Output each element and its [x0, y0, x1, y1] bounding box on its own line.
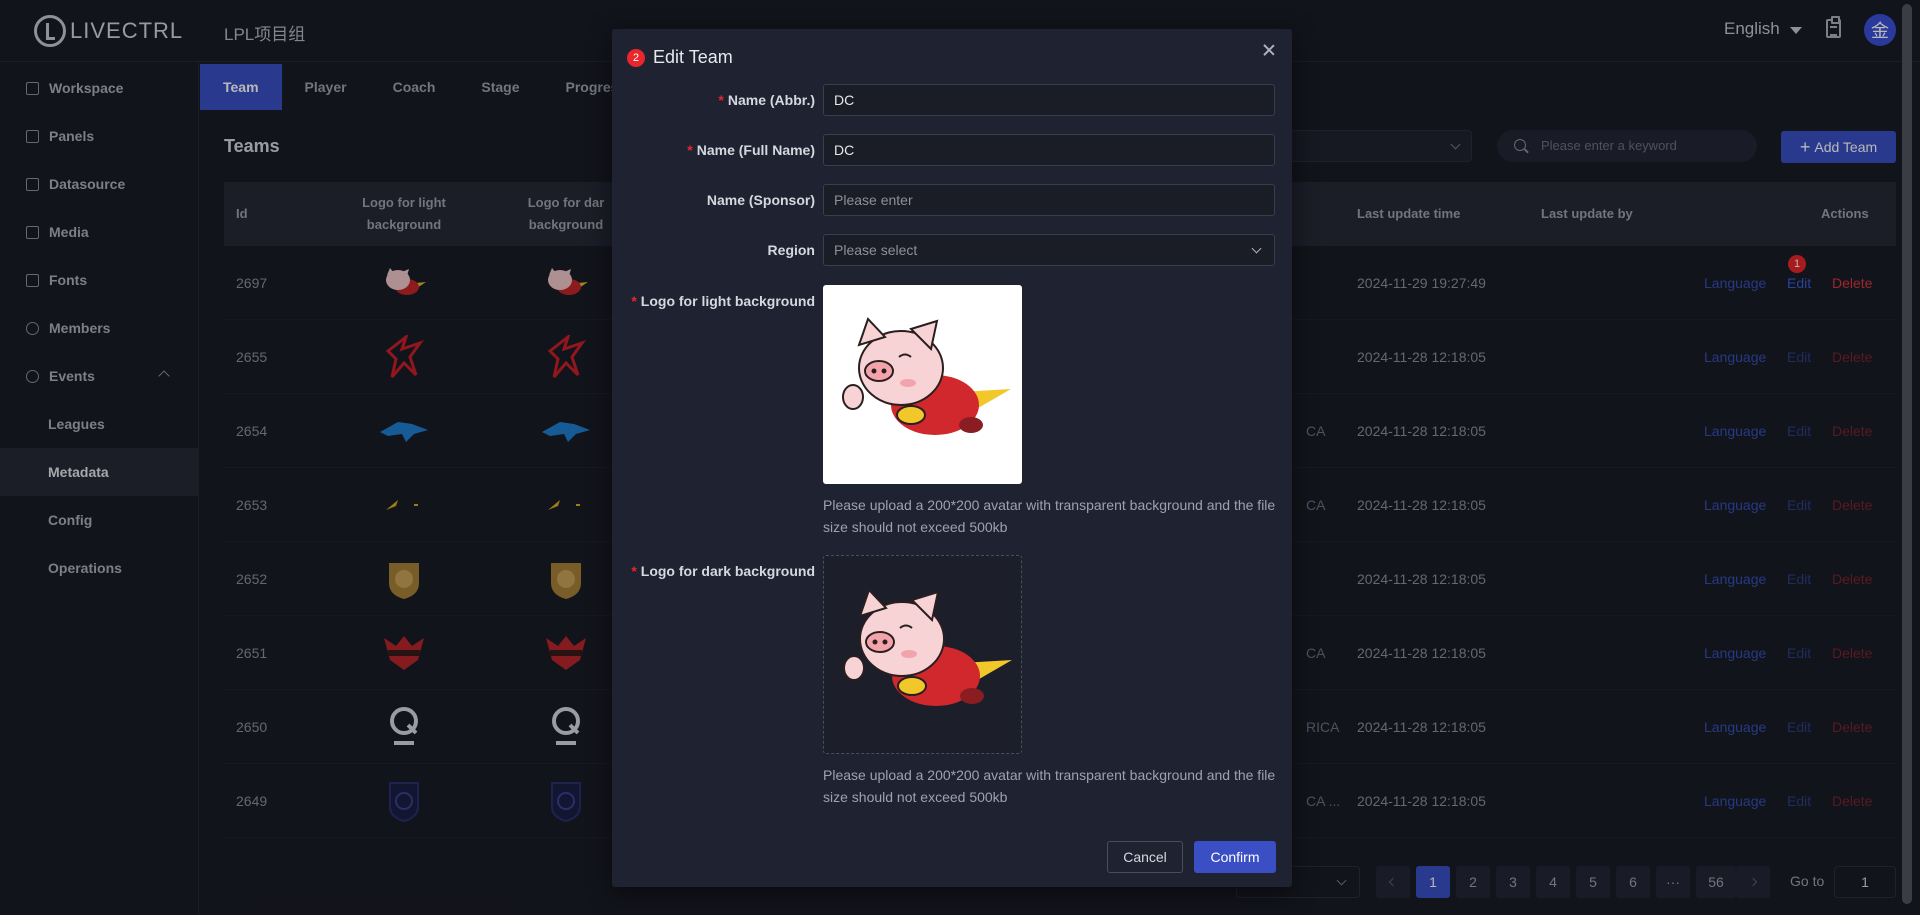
name-abbr-input[interactable]: DC: [823, 84, 1275, 116]
region-placeholder: Please select: [834, 242, 918, 258]
logo-dark-hint: Please upload a 200*200 avatar with tran…: [823, 767, 1276, 805]
dialog-title-text: Edit Team: [653, 47, 733, 67]
pig-mascot-image: [842, 317, 1011, 435]
name-sponsor-input[interactable]: Please enter: [823, 184, 1275, 216]
region-label: Region: [767, 242, 815, 258]
modal-marker-badge: 2: [627, 48, 645, 67]
cancel-button[interactable]: Cancel: [1107, 841, 1183, 873]
dialog-title: 2 Edit Team: [627, 47, 733, 68]
logo-light-hint: Please upload a 200*200 avatar with tran…: [823, 497, 1276, 535]
close-icon[interactable]: [1262, 43, 1276, 57]
pig-mascot-image: [843, 588, 1012, 706]
name-abbr-label: * Name (Abbr.): [718, 92, 815, 108]
name-full-input[interactable]: DC: [823, 134, 1275, 166]
name-sponsor-label: Name (Sponsor): [706, 192, 815, 208]
name-full-label: * Name (Full Name): [687, 142, 815, 158]
logo-dark-upload[interactable]: [823, 555, 1022, 754]
region-select[interactable]: Please select: [823, 234, 1275, 266]
page-scrollbar[interactable]: [1902, 4, 1912, 904]
edit-team-dialog: 2 Edit Team * Name (Abbr.) DC * Name (Full…: [612, 29, 1292, 887]
logo-light-upload[interactable]: [823, 285, 1022, 484]
chevron-down-icon: [1251, 243, 1262, 254]
logo-light-label: * Logo for light background: [631, 293, 815, 309]
confirm-button[interactable]: Confirm: [1194, 841, 1276, 873]
logo-dark-label: * Logo for dark background: [631, 563, 815, 579]
